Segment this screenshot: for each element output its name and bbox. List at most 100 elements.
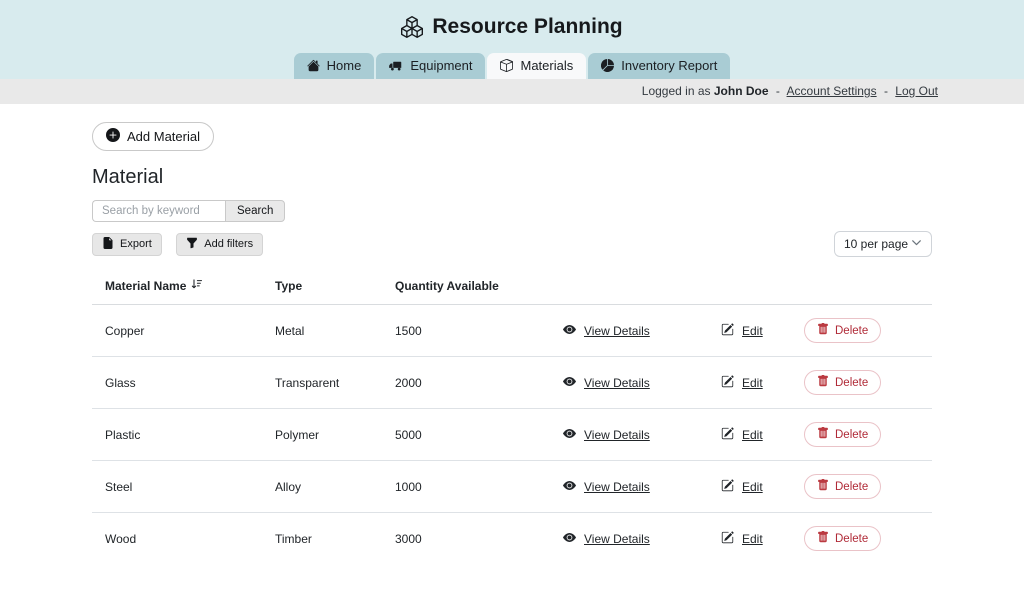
house-icon	[307, 59, 320, 72]
add-material-button[interactable]: Add Material	[92, 122, 214, 151]
edit-link[interactable]: Edit	[742, 428, 763, 442]
export-label: Export	[120, 238, 152, 250]
cell-material-name: Plastic	[92, 408, 262, 461]
edit-link[interactable]: Edit	[742, 480, 763, 494]
tab-label: Equipment	[410, 58, 473, 73]
view-details-link[interactable]: View Details	[584, 376, 650, 390]
add-filters-label: Add filters	[204, 238, 254, 250]
page: Resource Planning Home Equipment Materia…	[0, 0, 1024, 602]
pencil-square-icon	[721, 478, 734, 495]
pencil-square-icon	[721, 374, 734, 391]
cell-type: Transparent	[262, 356, 382, 409]
table-row: Wood Timber 3000 View Details Edit Delet…	[92, 513, 932, 565]
user-name: John Doe	[713, 84, 769, 98]
cell-quantity: 2000	[382, 356, 550, 409]
tab-label: Home	[326, 58, 362, 73]
toolbar-row: Export Add filters 10 per page	[92, 231, 932, 257]
column-header-material-name: Material Name	[105, 278, 187, 293]
add-filters-button[interactable]: Add filters	[176, 232, 264, 256]
delete-button[interactable]: Delete	[804, 370, 882, 395]
tab-home[interactable]: Home	[293, 53, 375, 79]
eye-icon	[563, 375, 576, 391]
materials-table: Material Name Type Quantity Available Co…	[92, 269, 932, 564]
section-heading: Material	[92, 166, 164, 188]
pencil-square-icon	[721, 426, 734, 443]
account-settings-link[interactable]: Account Settings	[787, 84, 877, 98]
table-row: Plastic Polymer 5000 View Details Edit D…	[92, 408, 932, 461]
cell-material-name: Steel	[92, 460, 262, 513]
pie-chart-icon	[601, 59, 615, 72]
cell-material-name: Wood	[105, 531, 137, 546]
view-details-link[interactable]: View Details	[584, 428, 650, 442]
cell-material-name: Glass	[92, 356, 262, 409]
app-banner: Resource Planning Home Equipment Materia…	[0, 0, 1024, 79]
delete-label: Delete	[835, 324, 869, 337]
search-input[interactable]	[92, 200, 225, 222]
sort-ascending-icon[interactable]	[191, 278, 203, 293]
cell-type: Polymer	[262, 408, 382, 461]
trash-icon	[817, 479, 829, 494]
account-bar: Logged in as John Doe - Account Settings…	[0, 79, 1024, 104]
file-icon	[102, 236, 114, 252]
add-material-label: Add Material	[127, 129, 200, 144]
search-button[interactable]: Search	[225, 200, 286, 222]
nav-tabs: Home Equipment Materials Inventory Repor…	[0, 53, 1024, 79]
delete-button[interactable]: Delete	[804, 422, 882, 447]
cell-type: Metal	[262, 304, 382, 357]
tab-label: Inventory Report	[621, 58, 718, 73]
tab-materials[interactable]: Materials	[487, 53, 587, 79]
delete-label: Delete	[835, 376, 869, 389]
delete-label: Delete	[835, 532, 869, 545]
table-row: Copper Metal 1500 View Details Edit Dele…	[92, 304, 932, 357]
separator: -	[775, 84, 780, 98]
delete-button[interactable]: Delete	[804, 474, 882, 499]
pencil-square-icon	[721, 530, 734, 547]
delete-button[interactable]: Delete	[804, 318, 882, 343]
tab-inventory-report[interactable]: Inventory Report	[588, 53, 731, 79]
edit-link[interactable]: Edit	[742, 532, 763, 546]
per-page-select[interactable]: 10 per page	[834, 231, 932, 257]
boxes-icon	[401, 16, 424, 38]
table-row: Glass Transparent 2000 View Details Edit…	[92, 356, 932, 409]
tab-equipment[interactable]: Equipment	[376, 53, 486, 79]
edit-link[interactable]: Edit	[742, 376, 763, 390]
view-details-link[interactable]: View Details	[584, 532, 650, 546]
per-page-value: 10 per page	[844, 237, 909, 251]
delete-button[interactable]: Delete	[804, 526, 882, 551]
page-title: Resource Planning	[432, 15, 623, 38]
eye-icon	[563, 531, 576, 547]
trash-icon	[817, 323, 829, 338]
logged-in-text: Logged in as	[641, 84, 711, 98]
main-content: Add Material Material Search Export	[92, 104, 932, 564]
cell-type: Alloy	[262, 460, 382, 513]
eye-icon	[563, 323, 576, 339]
export-button[interactable]: Export	[92, 232, 162, 256]
table-row: Steel Alloy 1000 View Details Edit Delet…	[92, 460, 932, 513]
eye-icon	[563, 479, 576, 495]
separator: -	[883, 84, 888, 98]
funnel-icon	[186, 237, 198, 252]
eye-icon	[563, 427, 576, 443]
tab-label: Materials	[520, 58, 574, 73]
column-header-type: Type	[262, 269, 382, 305]
delete-label: Delete	[835, 428, 869, 441]
view-details-link[interactable]: View Details	[584, 324, 650, 338]
toolbar-left: Export Add filters	[92, 232, 273, 256]
delete-label: Delete	[835, 480, 869, 493]
box-icon	[500, 59, 514, 72]
pencil-square-icon	[721, 322, 734, 339]
chevron-down-icon	[911, 237, 922, 251]
log-out-link[interactable]: Log Out	[895, 84, 938, 98]
cell-quantity: 1000	[382, 460, 550, 513]
column-header-quantity: Quantity Available	[382, 269, 550, 305]
edit-link[interactable]: Edit	[742, 324, 763, 338]
title-row: Resource Planning	[0, 9, 1024, 45]
cell-material-name: Copper	[92, 304, 262, 357]
table-header-row: Material Name Type Quantity Available	[92, 269, 932, 305]
cell-type: Timber	[275, 531, 312, 546]
view-details-link[interactable]: View Details	[584, 480, 650, 494]
trash-icon	[817, 427, 829, 442]
truck-icon	[389, 59, 403, 73]
search-row: Search	[92, 200, 932, 222]
cell-quantity: 5000	[382, 408, 550, 461]
